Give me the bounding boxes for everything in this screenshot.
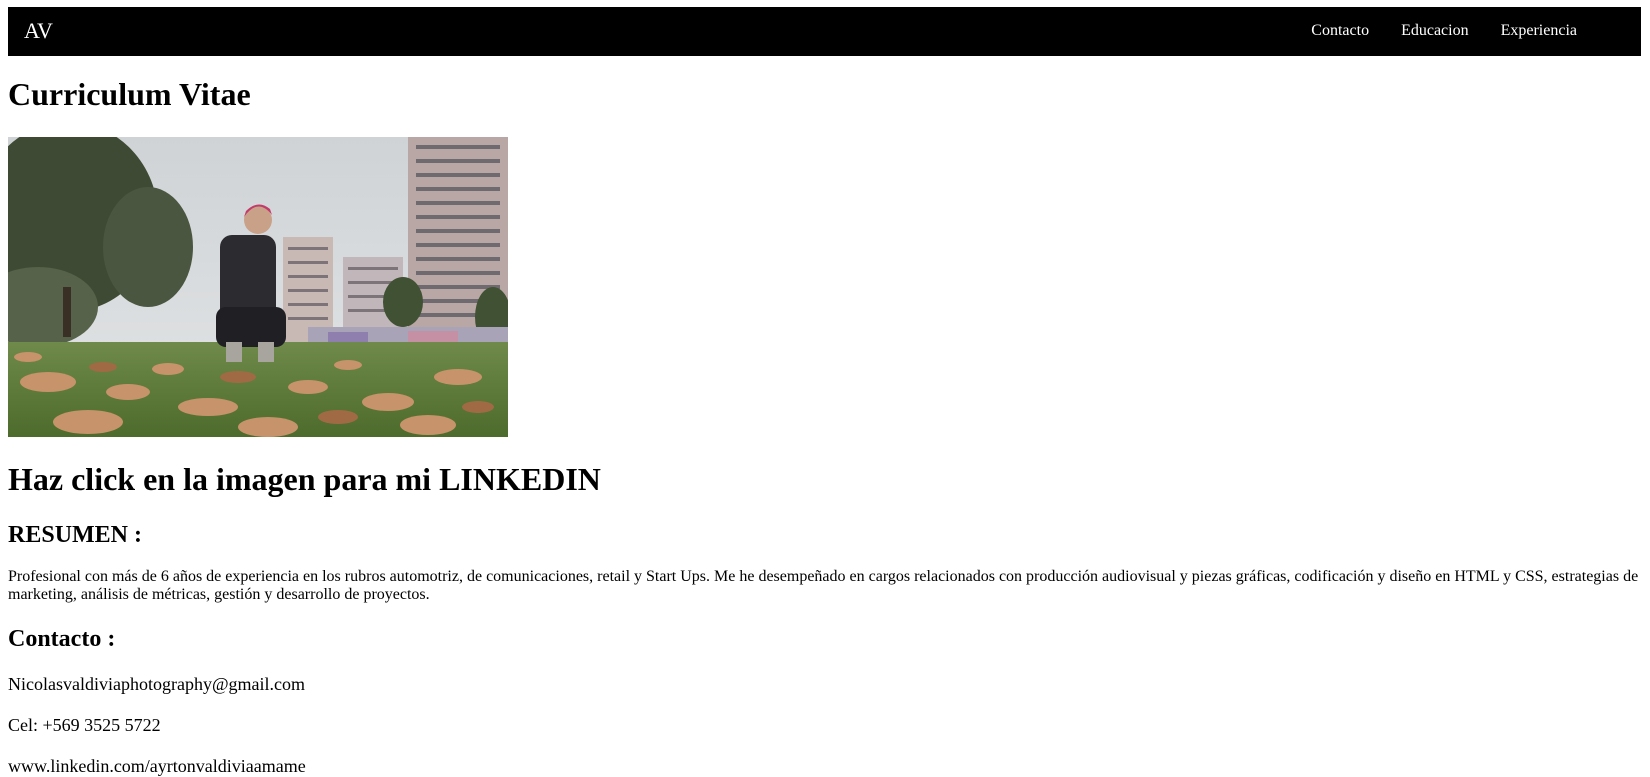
nav-link-experiencia[interactable]: Experiencia xyxy=(1501,22,1577,40)
page-title: Curriculum Vitae xyxy=(8,76,251,112)
linkedin-photo-link[interactable] xyxy=(8,137,508,437)
contact-linkedin-url: www.linkedin.com/ayrtonvaldiviaamame xyxy=(8,756,306,776)
resumen-heading: RESUMEN : xyxy=(8,522,143,548)
profile-photo xyxy=(8,137,508,437)
nav-link-educacion[interactable]: Educacion xyxy=(1401,22,1469,40)
linkedin-cta-heading: Haz click en la imagen para mi LINKEDIN xyxy=(8,461,601,497)
contact-phone: Cel: +569 3525 5722 xyxy=(8,715,161,735)
nav-links: Contacto Educacion Experiencia xyxy=(1311,22,1577,40)
top-navbar: AV Contacto Educacion Experiencia xyxy=(8,7,1641,56)
contacto-heading: Contacto : xyxy=(8,626,116,652)
contact-email: Nicolasvaldiviaphotography@gmail.com xyxy=(8,674,306,694)
nav-link-contacto[interactable]: Contacto xyxy=(1311,22,1369,40)
resumen-paragraph: Profesional con más de 6 años de experie… xyxy=(8,568,1639,603)
brand-logo[interactable]: AV xyxy=(24,19,53,43)
